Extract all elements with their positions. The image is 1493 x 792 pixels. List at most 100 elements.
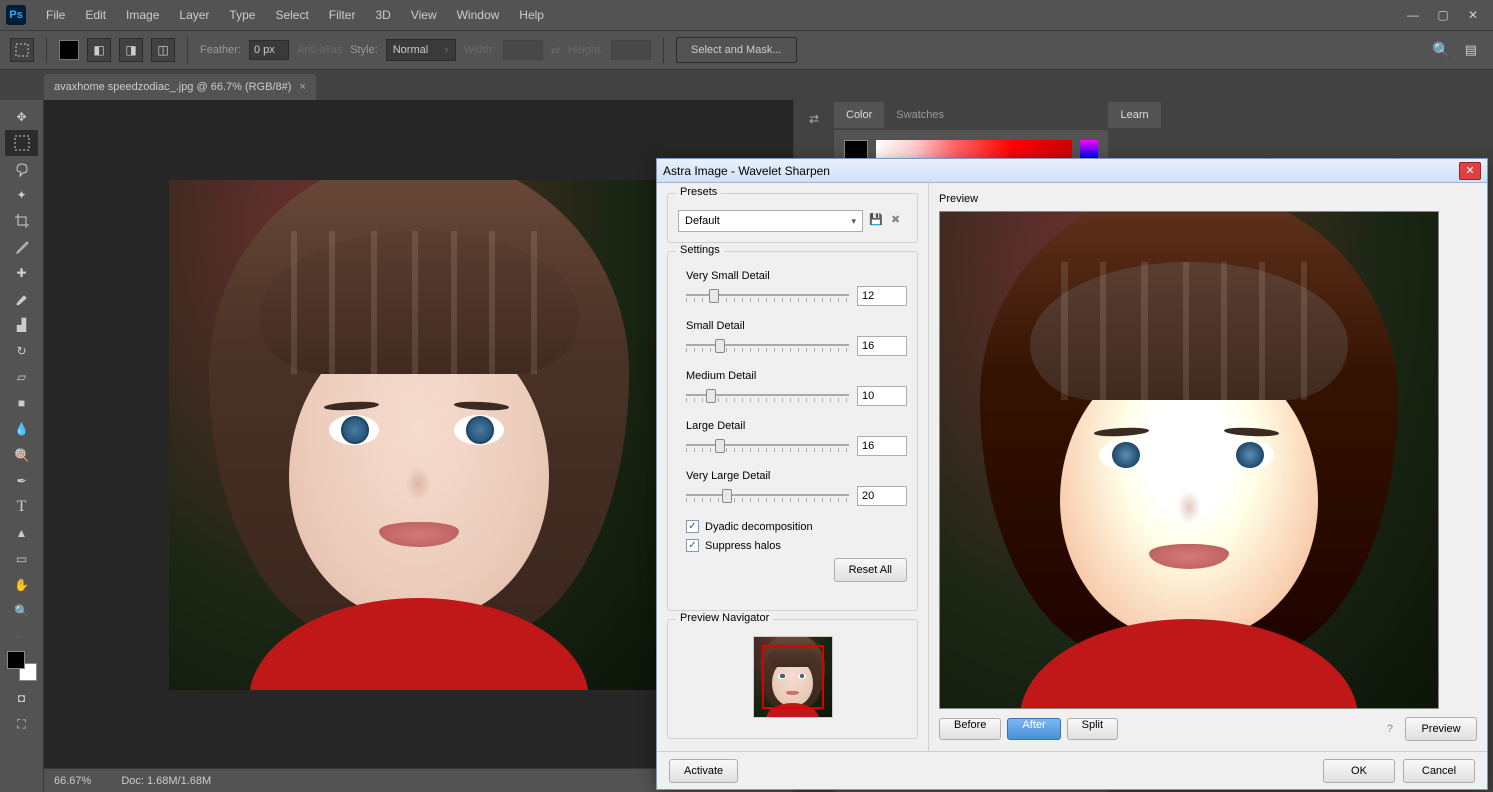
tab-swatches[interactable]: Swatches xyxy=(884,102,956,128)
dyadic-label: Dyadic decomposition xyxy=(705,521,813,533)
search-icon[interactable]: 🔍 xyxy=(1432,41,1451,59)
crop-tool[interactable] xyxy=(5,208,38,234)
blur-tool[interactable]: 💧 xyxy=(5,416,38,442)
doc-info: Doc: 1.68M/1.68M xyxy=(121,775,211,787)
slider-value-2[interactable] xyxy=(857,386,907,406)
slider-3[interactable] xyxy=(686,440,849,452)
zoom-level[interactable]: 66.67% xyxy=(54,775,91,787)
panel-icon[interactable]: ⇄ xyxy=(803,106,825,132)
menu-select[interactable]: Select xyxy=(265,2,318,28)
marquee-tool[interactable] xyxy=(5,130,38,156)
preview-image[interactable] xyxy=(939,211,1439,709)
ok-button[interactable]: OK xyxy=(1323,759,1395,783)
slider-2[interactable] xyxy=(686,390,849,402)
dodge-tool[interactable]: 🍭 xyxy=(5,442,38,468)
stamp-tool[interactable]: ▟ xyxy=(5,312,38,338)
selection-intersect-icon[interactable]: ◫ xyxy=(151,38,175,62)
fill-swatch[interactable] xyxy=(59,40,79,60)
select-and-mask-button[interactable]: Select and Mask... xyxy=(676,37,797,63)
slider-label-1: Small Detail xyxy=(686,320,907,332)
dialog-title: Astra Image - Wavelet Sharpen xyxy=(663,164,1459,178)
menu-layer[interactable]: Layer xyxy=(169,2,219,28)
tab-color[interactable]: Color xyxy=(834,102,884,128)
menu-3d[interactable]: 3D xyxy=(365,2,400,28)
menu-help[interactable]: Help xyxy=(509,2,554,28)
dyadic-checkbox[interactable]: ✓ xyxy=(686,520,699,533)
app-logo: Ps xyxy=(6,5,26,25)
preview-navigator[interactable] xyxy=(753,636,833,718)
slider-0[interactable] xyxy=(686,290,849,302)
dialog-close-button[interactable]: ✕ xyxy=(1459,162,1481,180)
menu-view[interactable]: View xyxy=(401,2,447,28)
more-tools[interactable]: ⋯ xyxy=(15,628,29,645)
slider-value-3[interactable] xyxy=(857,436,907,456)
zoom-tool[interactable]: 🔍 xyxy=(5,598,38,624)
selection-add-icon[interactable]: ◧ xyxy=(87,38,111,62)
before-button[interactable]: Before xyxy=(939,718,1001,740)
slider-1[interactable] xyxy=(686,340,849,352)
document-tab[interactable]: avaxhome speedzodiac_.jpg @ 66.7% (RGB/8… xyxy=(44,74,316,100)
menu-filter[interactable]: Filter xyxy=(319,2,366,28)
tab-learn[interactable]: Learn xyxy=(1108,102,1160,128)
menu-window[interactable]: Window xyxy=(447,2,510,28)
document-tab-title: avaxhome speedzodiac_.jpg @ 66.7% (RGB/8… xyxy=(54,81,291,93)
quick-select-tool[interactable]: ✦ xyxy=(5,182,38,208)
menu-type[interactable]: Type xyxy=(219,2,265,28)
workspace-icon[interactable]: ▤ xyxy=(1459,42,1483,58)
minimize-button[interactable]: — xyxy=(1399,4,1427,26)
fg-bg-swatches[interactable] xyxy=(7,651,37,681)
width-input xyxy=(503,40,543,60)
move-tool[interactable]: ✥ xyxy=(5,104,38,130)
height-input xyxy=(611,40,651,60)
eyedropper-tool[interactable] xyxy=(5,234,38,260)
hand-tool[interactable]: ✋ xyxy=(5,572,38,598)
close-tab-icon[interactable]: × xyxy=(299,81,305,93)
reset-all-button[interactable]: Reset All xyxy=(834,558,907,582)
eraser-tool[interactable]: ▱ xyxy=(5,364,38,390)
after-button[interactable]: After xyxy=(1007,718,1060,740)
quickmask-tool[interactable]: ◘ xyxy=(5,685,38,711)
rectangle-tool[interactable]: ▭ xyxy=(5,546,38,572)
brush-tool[interactable] xyxy=(5,286,38,312)
split-button[interactable]: Split xyxy=(1067,718,1118,740)
close-button[interactable]: ✕ xyxy=(1459,4,1487,26)
suppress-checkbox[interactable]: ✓ xyxy=(686,539,699,552)
pen-tool[interactable]: ✒ xyxy=(5,468,38,494)
delete-preset-icon[interactable]: ✖ xyxy=(891,213,907,229)
dialog-titlebar[interactable]: Astra Image - Wavelet Sharpen ✕ xyxy=(657,159,1487,183)
tool-preset-icon[interactable] xyxy=(10,38,34,62)
slider-value-0[interactable] xyxy=(857,286,907,306)
menu-file[interactable]: File xyxy=(36,2,75,28)
save-preset-icon[interactable]: 💾 xyxy=(869,213,885,229)
activate-button[interactable]: Activate xyxy=(669,759,738,783)
path-select-tool[interactable]: ▲ xyxy=(5,520,38,546)
antialias-label: Anti-alias xyxy=(297,44,342,56)
preview-button[interactable]: Preview xyxy=(1405,717,1477,741)
feather-input[interactable] xyxy=(249,40,289,60)
wavelet-sharpen-dialog: Astra Image - Wavelet Sharpen ✕ Presets … xyxy=(656,158,1488,790)
menu-image[interactable]: Image xyxy=(116,2,169,28)
gradient-tool[interactable]: ■ xyxy=(5,390,38,416)
slider-value-4[interactable] xyxy=(857,486,907,506)
healing-tool[interactable]: ✚ xyxy=(5,260,38,286)
width-label: Width: xyxy=(464,44,495,56)
toolbox: ✥ ✦ ✚ ▟ ↻ ▱ ■ 💧 🍭 ✒ T ▲ ▭ ✋ 🔍 ⋯ ◘ ⛶ xyxy=(0,100,44,792)
slider-label-0: Very Small Detail xyxy=(686,270,907,282)
slider-value-1[interactable] xyxy=(857,336,907,356)
slider-4[interactable] xyxy=(686,490,849,502)
style-label: Style: xyxy=(350,44,378,56)
selection-subtract-icon[interactable]: ◨ xyxy=(119,38,143,62)
maximize-button[interactable]: ▢ xyxy=(1429,4,1457,26)
feather-label: Feather: xyxy=(200,44,241,56)
history-brush-tool[interactable]: ↻ xyxy=(5,338,38,364)
style-select[interactable]: Normal▾ xyxy=(386,39,456,61)
lasso-tool[interactable] xyxy=(5,156,38,182)
preview-label: Preview xyxy=(939,193,1477,205)
cancel-button[interactable]: Cancel xyxy=(1403,759,1475,783)
preset-select[interactable]: Default▾ xyxy=(678,210,863,232)
help-icon[interactable]: ? xyxy=(1381,723,1399,735)
type-tool[interactable]: T xyxy=(5,494,38,520)
screenmode-tool[interactable]: ⛶ xyxy=(5,711,38,737)
navigator-label: Preview Navigator xyxy=(676,612,773,624)
menu-edit[interactable]: Edit xyxy=(75,2,116,28)
